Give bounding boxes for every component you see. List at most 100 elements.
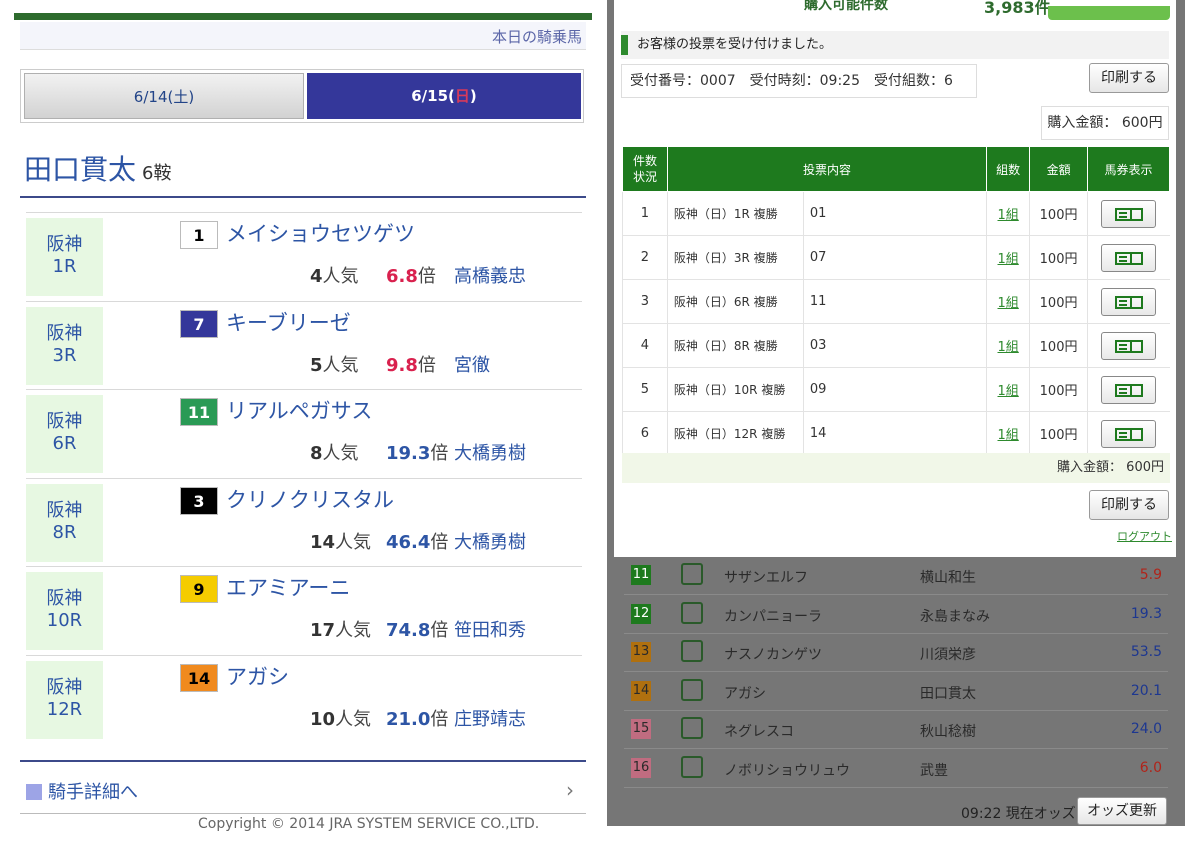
bet-kumi-link[interactable]: 1組 xyxy=(998,428,1019,443)
select-checkbox[interactable] xyxy=(681,640,703,663)
ticket-icon[interactable] xyxy=(1101,331,1157,360)
ticket-icon[interactable] xyxy=(1101,287,1157,316)
tab-0615[interactable]: 6/15(日) xyxy=(307,73,581,119)
receipt-modal: 購入可能件数 3,983件 お客様の投票を受け付けました。 受付番号：0007 … xyxy=(614,0,1176,557)
venue-badge: 阪神 10R xyxy=(26,572,103,651)
horse-name[interactable]: エアミアーニ xyxy=(226,572,350,602)
bets-header-row: 件数 状況 投票内容 組数 金額 馬券表示 xyxy=(622,146,1170,192)
logout-link[interactable]: ログアウト xyxy=(1117,528,1172,544)
today-rides-link[interactable]: 本日の騎乗馬 xyxy=(492,26,582,47)
select-checkbox[interactable] xyxy=(681,717,703,740)
jockey-name[interactable]: 大橋勇樹 xyxy=(454,439,526,465)
odds-value: 6.0 xyxy=(1139,760,1162,776)
horse-name[interactable]: アガシ xyxy=(226,661,289,691)
jockey-name[interactable]: 宮徹 xyxy=(454,351,490,377)
horse-name[interactable]: クリノクリスタル xyxy=(226,484,394,514)
popularity: 17人気 xyxy=(310,620,372,642)
horse-name[interactable]: リアルペガサス xyxy=(226,395,372,425)
horse-number: 11 xyxy=(631,565,651,585)
horse-name: カンパニョーラ xyxy=(724,608,822,625)
bet-kumi-link[interactable]: 1組 xyxy=(998,208,1019,223)
odds-row[interactable]: 12 カンパニョーラ 永島まなみ 19.3 xyxy=(624,596,1168,634)
list-divider xyxy=(20,760,586,762)
jockey-name[interactable]: 庄野靖志 xyxy=(454,705,526,731)
horse-name: ノボリショウリュウ xyxy=(724,763,850,779)
odds-row[interactable]: 16 ノボリショウリュウ 武豊 6.0 xyxy=(624,750,1168,788)
ticket-icon[interactable] xyxy=(1101,243,1157,272)
venue-badge: 阪神 8R xyxy=(26,483,103,562)
race-row[interactable]: 阪神 8R 3 クリノクリスタル 14人気 46.4倍 大橋勇樹 xyxy=(26,477,582,567)
odds-row[interactable]: 14 アガシ 田口貫太 20.1 xyxy=(624,673,1168,711)
bet-kumi: 1組 xyxy=(986,367,1030,412)
popularity: 10人気 xyxy=(310,709,372,730)
bet-ticket xyxy=(1087,279,1170,324)
bet-no: 5 xyxy=(622,367,668,412)
odds-row[interactable]: 13 ナスノカンゲツ 川須栄彦 53.5 xyxy=(624,634,1168,673)
race-row[interactable]: 阪神 10R 9 エアミアーニ 17人気 74.8倍 笹田和秀 xyxy=(26,566,582,655)
odds-value: 19.3 xyxy=(1130,605,1162,622)
horse-number: 16 xyxy=(631,758,651,778)
odds: 21.0倍 xyxy=(386,709,449,730)
print-button-bottom[interactable]: 印刷する xyxy=(1089,490,1169,520)
venue-badge: 阪神 3R xyxy=(26,306,103,385)
popularity: 8人気 xyxy=(310,443,359,465)
select-checkbox[interactable] xyxy=(681,601,703,624)
detail-divider xyxy=(20,813,586,814)
jockey-name: 田口貫太 xyxy=(24,153,137,186)
bet-kumi: 1組 xyxy=(986,279,1030,324)
select-checkbox[interactable] xyxy=(681,563,703,585)
horse-name: アガシ xyxy=(724,685,766,702)
horse-name: ネグレスコ xyxy=(724,724,794,741)
race-row[interactable]: 阪神 1R 1 メイショウセツゲツ 4人気 6.8倍 高橋義忠 xyxy=(26,212,582,301)
bet-ticket xyxy=(1087,323,1170,368)
bet-amount: 100円 xyxy=(1029,367,1088,412)
race-row[interactable]: 阪神 6R 11 リアルペガサス 8人気 19.3倍 大橋勇樹 xyxy=(26,389,582,478)
print-button-top[interactable]: 印刷する xyxy=(1089,63,1169,93)
jockey-name[interactable]: 高橋義忠 xyxy=(454,262,526,288)
select-checkbox[interactable] xyxy=(681,678,703,701)
ticket-icon[interactable] xyxy=(1101,375,1157,404)
ticket-icon[interactable] xyxy=(1101,199,1157,228)
jockey-detail-link[interactable]: 騎手詳細へ xyxy=(26,778,138,804)
bet-amount: 100円 xyxy=(1029,279,1088,324)
top-green-button[interactable] xyxy=(1048,6,1170,20)
copyright: Copyright © 2014 JRA SYSTEM SERVICE CO.,… xyxy=(198,816,540,832)
jockey-name[interactable]: 大橋勇樹 xyxy=(454,528,526,554)
bet-kumi-link[interactable]: 1組 xyxy=(998,340,1019,355)
odds: 19.3倍 xyxy=(386,443,449,465)
bet-no: 4 xyxy=(622,323,668,368)
jockey-name: 永島まなみ xyxy=(920,608,990,625)
odds-value: 20.1 xyxy=(1130,682,1162,699)
bet-kumi-link[interactable]: 1組 xyxy=(998,296,1019,311)
odds-update-button[interactable]: オッズ更新 xyxy=(1077,797,1167,825)
jockey-name: 田口貫太 xyxy=(920,685,976,702)
bet-kumi-link[interactable]: 1組 xyxy=(998,252,1019,267)
bet-kumi: 1組 xyxy=(986,191,1030,236)
odds: 74.8倍 xyxy=(386,620,449,642)
bet-kumi: 1組 xyxy=(986,235,1030,280)
odds-row[interactable]: 15 ネグレスコ 秋山稔樹 24.0 xyxy=(624,711,1168,750)
horse-number: 14 xyxy=(631,680,651,701)
horse-name: サザンエルフ xyxy=(724,570,808,586)
ticket-icon[interactable] xyxy=(1101,419,1157,448)
horse-number: 11 xyxy=(180,398,218,427)
jockey-name[interactable]: 笹田和秀 xyxy=(454,616,526,642)
bet-kumi-link[interactable]: 1組 xyxy=(998,384,1019,399)
race-row[interactable]: 阪神 12R 14 アガシ 10人気 21.0倍 庄野靖志 xyxy=(26,655,582,744)
horse-name[interactable]: キーブリーゼ xyxy=(226,307,351,337)
bet-amount: 100円 xyxy=(1029,191,1088,236)
horse-number: 14 xyxy=(180,664,218,692)
col-content: 投票内容 xyxy=(666,146,988,192)
tab-0614[interactable]: 6/14(土) xyxy=(24,73,304,119)
right-panel: 11 サザンエルフ 横山和生 5.9 12 カンパニョーラ 永島まなみ 19.3 13 ナスノカン… xyxy=(607,0,1185,826)
bet-kumi: 1組 xyxy=(986,411,1030,456)
horse-number: 13 xyxy=(631,642,651,663)
horse-name[interactable]: メイショウセツゲツ xyxy=(226,218,415,248)
horse-number: 3 xyxy=(180,486,218,515)
chevron-right-icon: › xyxy=(566,778,574,802)
select-checkbox[interactable] xyxy=(681,756,703,778)
top-bar xyxy=(14,13,592,20)
odds-row[interactable]: 11 サザンエルフ 横山和生 5.9 xyxy=(624,557,1168,595)
race-row[interactable]: 阪神 3R 7 キーブリーゼ 5人気 9.8倍 宮徹 xyxy=(26,300,582,390)
bet-ticket xyxy=(1087,235,1170,280)
